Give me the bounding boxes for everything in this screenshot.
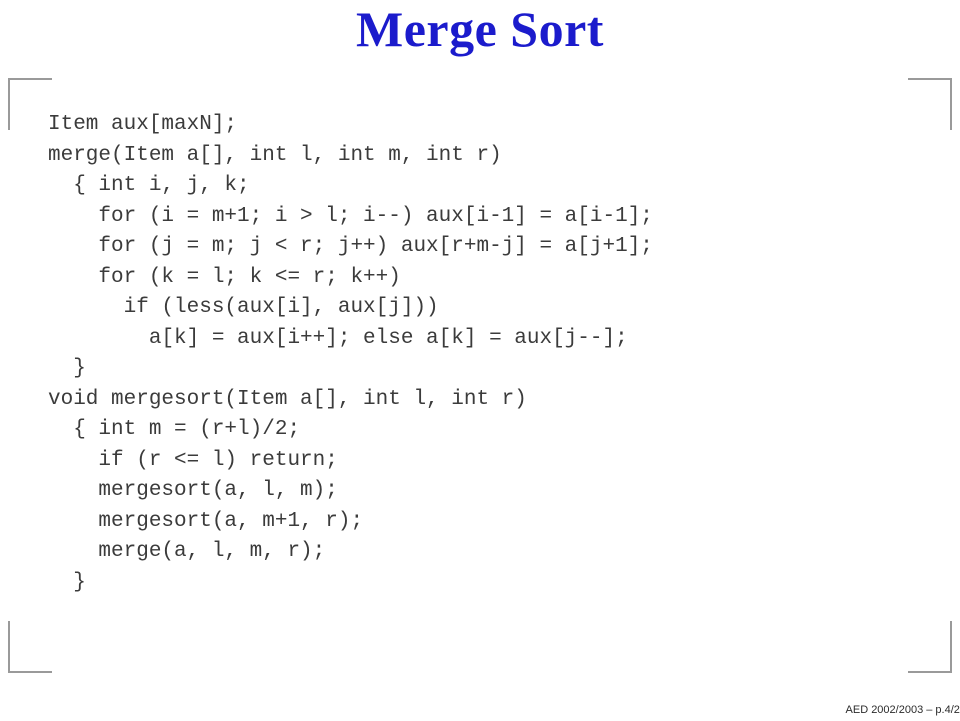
frame-corner-vertical-rule xyxy=(8,621,10,673)
frame-corner-vertical-rule xyxy=(950,78,952,130)
frame-corner-horizontal-rule xyxy=(908,78,952,80)
frame-corner-bottom-right xyxy=(908,621,952,673)
code-line: merge(Item a[], int l, int m, int r) xyxy=(48,143,502,167)
code-line: mergesort(a, l, m); xyxy=(48,479,338,502)
code-line: if (less(aux[i], aux[j])) xyxy=(48,296,439,319)
code-line: } xyxy=(48,357,86,380)
frame-corner-horizontal-rule xyxy=(908,671,952,673)
code-line: merge(a, l, m, r); xyxy=(48,540,326,563)
frame-corner-horizontal-rule xyxy=(8,671,52,673)
frame-corner-top-left xyxy=(8,78,52,130)
page-title: Merge Sort xyxy=(356,1,604,57)
code-line: mergesort(a, m+1, r); xyxy=(48,509,364,533)
frame-corner-bottom-left xyxy=(8,621,52,673)
frame-corner-vertical-rule xyxy=(950,621,952,673)
code-listing: Item aux[maxN]; merge(Item a[], int l, i… xyxy=(48,110,928,598)
code-line: { int m = (r+l)/2; xyxy=(48,418,301,441)
code-line: for (k = l; k <= r; k++) xyxy=(48,265,401,289)
code-line: for (j = m; j < r; j++) aux[r+m-j] = a[j… xyxy=(48,235,653,258)
slide-footer: AED 2002/2003 – p.4/22 xyxy=(845,704,960,716)
code-line: } xyxy=(48,570,86,594)
code-line: a[k] = aux[i++]; else a[k] = aux[j--]; xyxy=(48,326,628,350)
code-line: void mergesort(Item a[], int l, int r) xyxy=(48,387,527,411)
code-line: { int i, j, k; xyxy=(48,174,250,197)
code-line: Item aux[maxN]; xyxy=(48,113,238,136)
frame-corner-horizontal-rule xyxy=(8,78,52,80)
code-line: if (r <= l) return; xyxy=(48,448,338,472)
code-line: for (i = m+1; i > l; i--) aux[i-1] = a[i… xyxy=(48,204,653,228)
frame-corner-vertical-rule xyxy=(8,78,10,130)
